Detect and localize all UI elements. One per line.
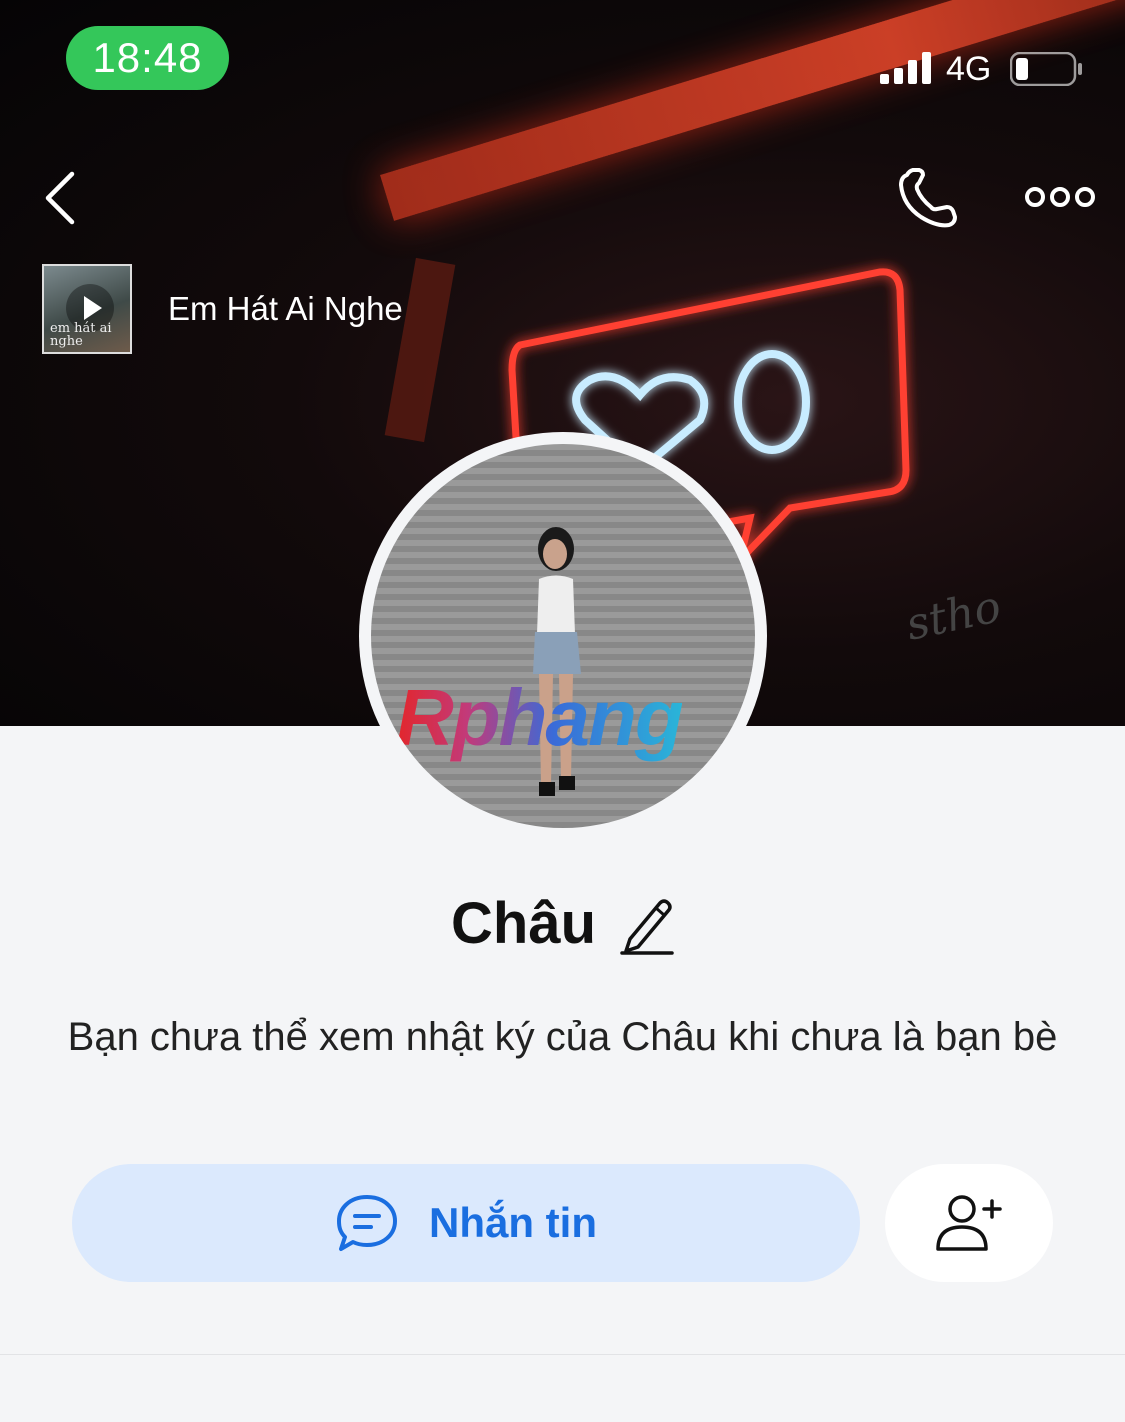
music-thumbnail[interactable]: em hát ai nghe (42, 264, 132, 354)
network-type: 4G (946, 50, 992, 88)
profile-music[interactable]: em hát ai nghe Em Hát Ai Nghe (42, 264, 428, 354)
section-divider (0, 1354, 1125, 1355)
profile-privacy-notice: Bạn chưa thể xem nhật ký của Châu khi ch… (67, 1015, 1058, 1059)
back-chevron-icon[interactable] (40, 168, 90, 228)
music-title: Em Hát Ai Nghe (168, 290, 403, 327)
message-button[interactable]: Nhắn tin (72, 1164, 860, 1282)
status-time: 18:48 (66, 26, 229, 90)
chat-bubble-icon (337, 1195, 397, 1251)
profile-name: Châu (451, 891, 596, 956)
add-friend-button[interactable] (885, 1164, 1053, 1282)
profile-name-row: Châu (0, 890, 1125, 957)
message-button-label: Nhắn tin (429, 1199, 597, 1246)
profile-avatar[interactable]: Rphang (359, 432, 767, 840)
music-thumb-caption: em hát ai nghe (50, 321, 112, 349)
avatar-watermark: Rphang (396, 673, 684, 762)
status-bar: 18:48 4G (0, 0, 1125, 120)
svg-text:stho: stho (902, 581, 1006, 651)
pencil-edit-icon[interactable] (620, 893, 674, 955)
more-dots-icon[interactable] (1023, 180, 1098, 214)
battery-icon (1010, 52, 1082, 86)
add-friend-icon (936, 1195, 1002, 1251)
avatar-photo: Rphang (371, 444, 755, 828)
phone-icon[interactable] (893, 167, 963, 231)
signal-strength-icon (880, 52, 931, 84)
